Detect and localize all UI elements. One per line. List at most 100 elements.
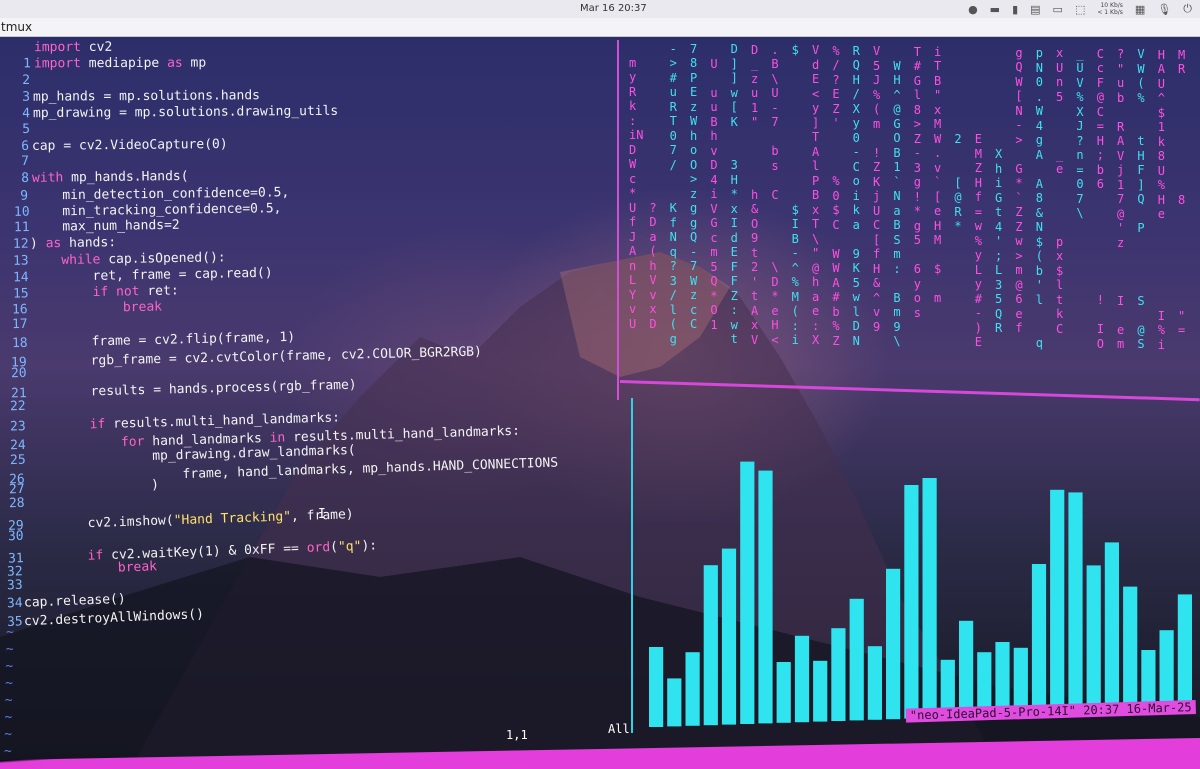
line-number: 8 <box>20 171 29 187</box>
screenshot-icon[interactable]: ⬚ <box>1075 3 1085 16</box>
keyword-token: in <box>269 430 286 447</box>
code-line[interactable]: 17 <box>12 317 29 333</box>
audio-visualizer-pane[interactable] <box>633 400 1200 730</box>
code-line[interactable]: 1 import mediapipe as mp <box>17 56 206 73</box>
visualizer-bar <box>794 635 810 723</box>
empty-line-tilde: ~ <box>4 693 13 708</box>
code-token: cap = cv2.VideoCapture(0) <box>32 136 228 154</box>
visualizer-bar <box>649 647 664 727</box>
code-line[interactable]: 2 <box>16 73 33 89</box>
network-download-speed: < 1 Kb/s <box>1097 9 1123 16</box>
matrix-column: 2 [ @ R * <box>954 132 962 233</box>
battery-indicator-icon[interactable]: ▮ <box>1012 3 1018 16</box>
visualizer-bar <box>685 652 700 726</box>
code-line[interactable]: 4 mp_drawing = mp.solutions.drawing_utils <box>16 104 338 122</box>
code-token: mp_hands = mp.solutions.hands <box>33 88 261 105</box>
code-token: cap.release() <box>23 591 126 611</box>
code-line[interactable]: 8 with mp_hands.Hands( <box>15 169 189 187</box>
visualizer-bar <box>959 620 974 717</box>
visualizer-bar <box>1068 492 1083 714</box>
line-number: 12 <box>13 236 30 252</box>
code-line[interactable]: 33 <box>7 578 25 595</box>
system-clock[interactable]: Mar 16 20:37 <box>580 3 647 14</box>
code-token: ): <box>360 538 378 555</box>
code-token: ( <box>329 540 338 556</box>
empty-line-tilde: ~ <box>3 744 12 759</box>
code-token: mp_hands.Hands( <box>62 169 189 186</box>
matrix-column: i T B " x M W . v ` [ e H M $ m <box>934 44 942 306</box>
line-number: 11 <box>13 220 30 236</box>
empty-line-tilde: ~ <box>6 625 14 640</box>
cpu-graph-icon[interactable]: ▦ <box>1135 3 1145 16</box>
monitor-icon[interactable]: ▬ <box>990 3 1000 16</box>
string-token: "Hand Tracking" <box>173 508 292 528</box>
keyword-token: while <box>61 252 101 268</box>
line-number: 25 <box>9 452 26 468</box>
visualizer-bar <box>1050 489 1065 714</box>
code-line[interactable]: 16 break <box>12 299 162 318</box>
code-line[interactable]: 21 results = hands.process(rgb_frame) <box>11 378 357 403</box>
clipboard-icon[interactable]: ▤ <box>1030 3 1040 16</box>
code-line[interactable]: 12) as hands: <box>13 235 116 253</box>
line-number: 5 <box>21 121 30 137</box>
line-number: 13 <box>12 253 29 269</box>
line-number: 4 <box>21 106 30 122</box>
code-token: cv2 <box>80 39 113 55</box>
code-line[interactable]: 27 ) <box>9 478 159 499</box>
code-line[interactable]: 22 <box>10 398 27 414</box>
code-line[interactable]: 20 <box>11 366 28 382</box>
code-token: min_tracking_confidence=0.5, <box>30 201 282 220</box>
code-line[interactable]: 28 <box>8 496 26 513</box>
code-token: cap.isOpened(): <box>100 250 226 268</box>
keyword-token: if <box>89 416 106 433</box>
code-token: min_detection_confidence=0.5, <box>31 184 290 204</box>
visualizer-bar <box>667 678 682 727</box>
visualizer-bar <box>867 646 882 720</box>
matrix-column: T # G l 8 > Z - 3 g ! * g 5 6 y o s <box>913 44 921 320</box>
visualizer-bars <box>649 461 1192 727</box>
matrix-column: E M Z H f = w % y L y # - ) E <box>974 132 982 350</box>
matrix-column: - > # u R T 0 7 / K f N q ? 3 / l ( g <box>669 41 677 346</box>
display-icon[interactable]: ▭ <box>1053 3 1063 16</box>
power-menu-icon[interactable]: ⏻ <box>1183 2 1192 16</box>
matrix-column: D ] ] w [ K 3 H * x I d E F F Z : w t <box>730 42 738 347</box>
code-token: max_num_hands=2 <box>30 218 180 236</box>
keyword-token: with <box>31 170 63 187</box>
code-line[interactable]: 7 <box>15 154 32 170</box>
visualizer-bar <box>849 598 864 721</box>
code-token: mediapipe <box>80 56 167 72</box>
code-line[interactable]: 29 cv2.imshow("Hand Tracking", frame) <box>8 507 354 535</box>
matrix-column: m y R k : iN D W c * U f J A n L Y v U <box>629 55 644 331</box>
visualizer-bar <box>1086 565 1101 713</box>
code-token: cv2.imshow( <box>25 512 175 533</box>
line-number: 2 <box>22 72 31 88</box>
line-number: 16 <box>12 302 28 318</box>
code-line[interactable]: 11 max_num_hands=2 <box>14 218 180 236</box>
matrix-column: R Q H / X y 0 - C o i k a 9 K 5 w l D N <box>852 43 860 348</box>
vim-editor-pane[interactable]: import cv2 1 import mediapipe as mp 2 3 mp_ha… <box>0 40 612 759</box>
code-token: mp <box>182 55 206 71</box>
matrix-column: ? D a ( h V v x D <box>649 200 657 331</box>
keyword-token: as <box>166 55 183 72</box>
matrix-rain-pane[interactable]: m y R k : iN D W c * U f J A n L Y v U ?… <box>619 37 1200 385</box>
code-line[interactable]: 30 <box>8 529 26 546</box>
app-indicator-icon[interactable]: ● <box>968 3 978 16</box>
microphone-icon[interactable]: 🎙 <box>1157 3 1171 16</box>
code-line[interactable]: 5 <box>15 121 32 137</box>
visualizer-bar <box>1177 594 1192 710</box>
system-top-bar: Mar 16 20:37 ● ▬ ▮ ▤ ▭ ⬚ 10 Kb/s < 1 Kb/… <box>0 0 1200 18</box>
matrix-column: C c F @ C = H ; b 6 ! I O <box>1096 46 1104 351</box>
code-line[interactable]: 6 cap = cv2.VideoCapture(0) <box>15 137 228 155</box>
code-line[interactable]: import cv2 <box>17 40 112 56</box>
network-upload-speed: 10 Kb/s <box>1100 2 1123 9</box>
line-number: 30 <box>7 528 24 545</box>
visualizer-bar <box>1031 564 1047 715</box>
window-title: tmux <box>0 18 1200 37</box>
code-token: results.multi_hand_landmarks: <box>105 410 341 432</box>
matrix-column: V d E < y ] T A l P B x T \ " @ h a e : … <box>812 43 820 348</box>
code-line[interactable]: 34cap.release() <box>7 592 126 613</box>
matrix-column: M R 8 " = <box>1178 47 1186 338</box>
code-line[interactable]: 3 mp_hands = mp.solutions.hands <box>16 88 260 106</box>
